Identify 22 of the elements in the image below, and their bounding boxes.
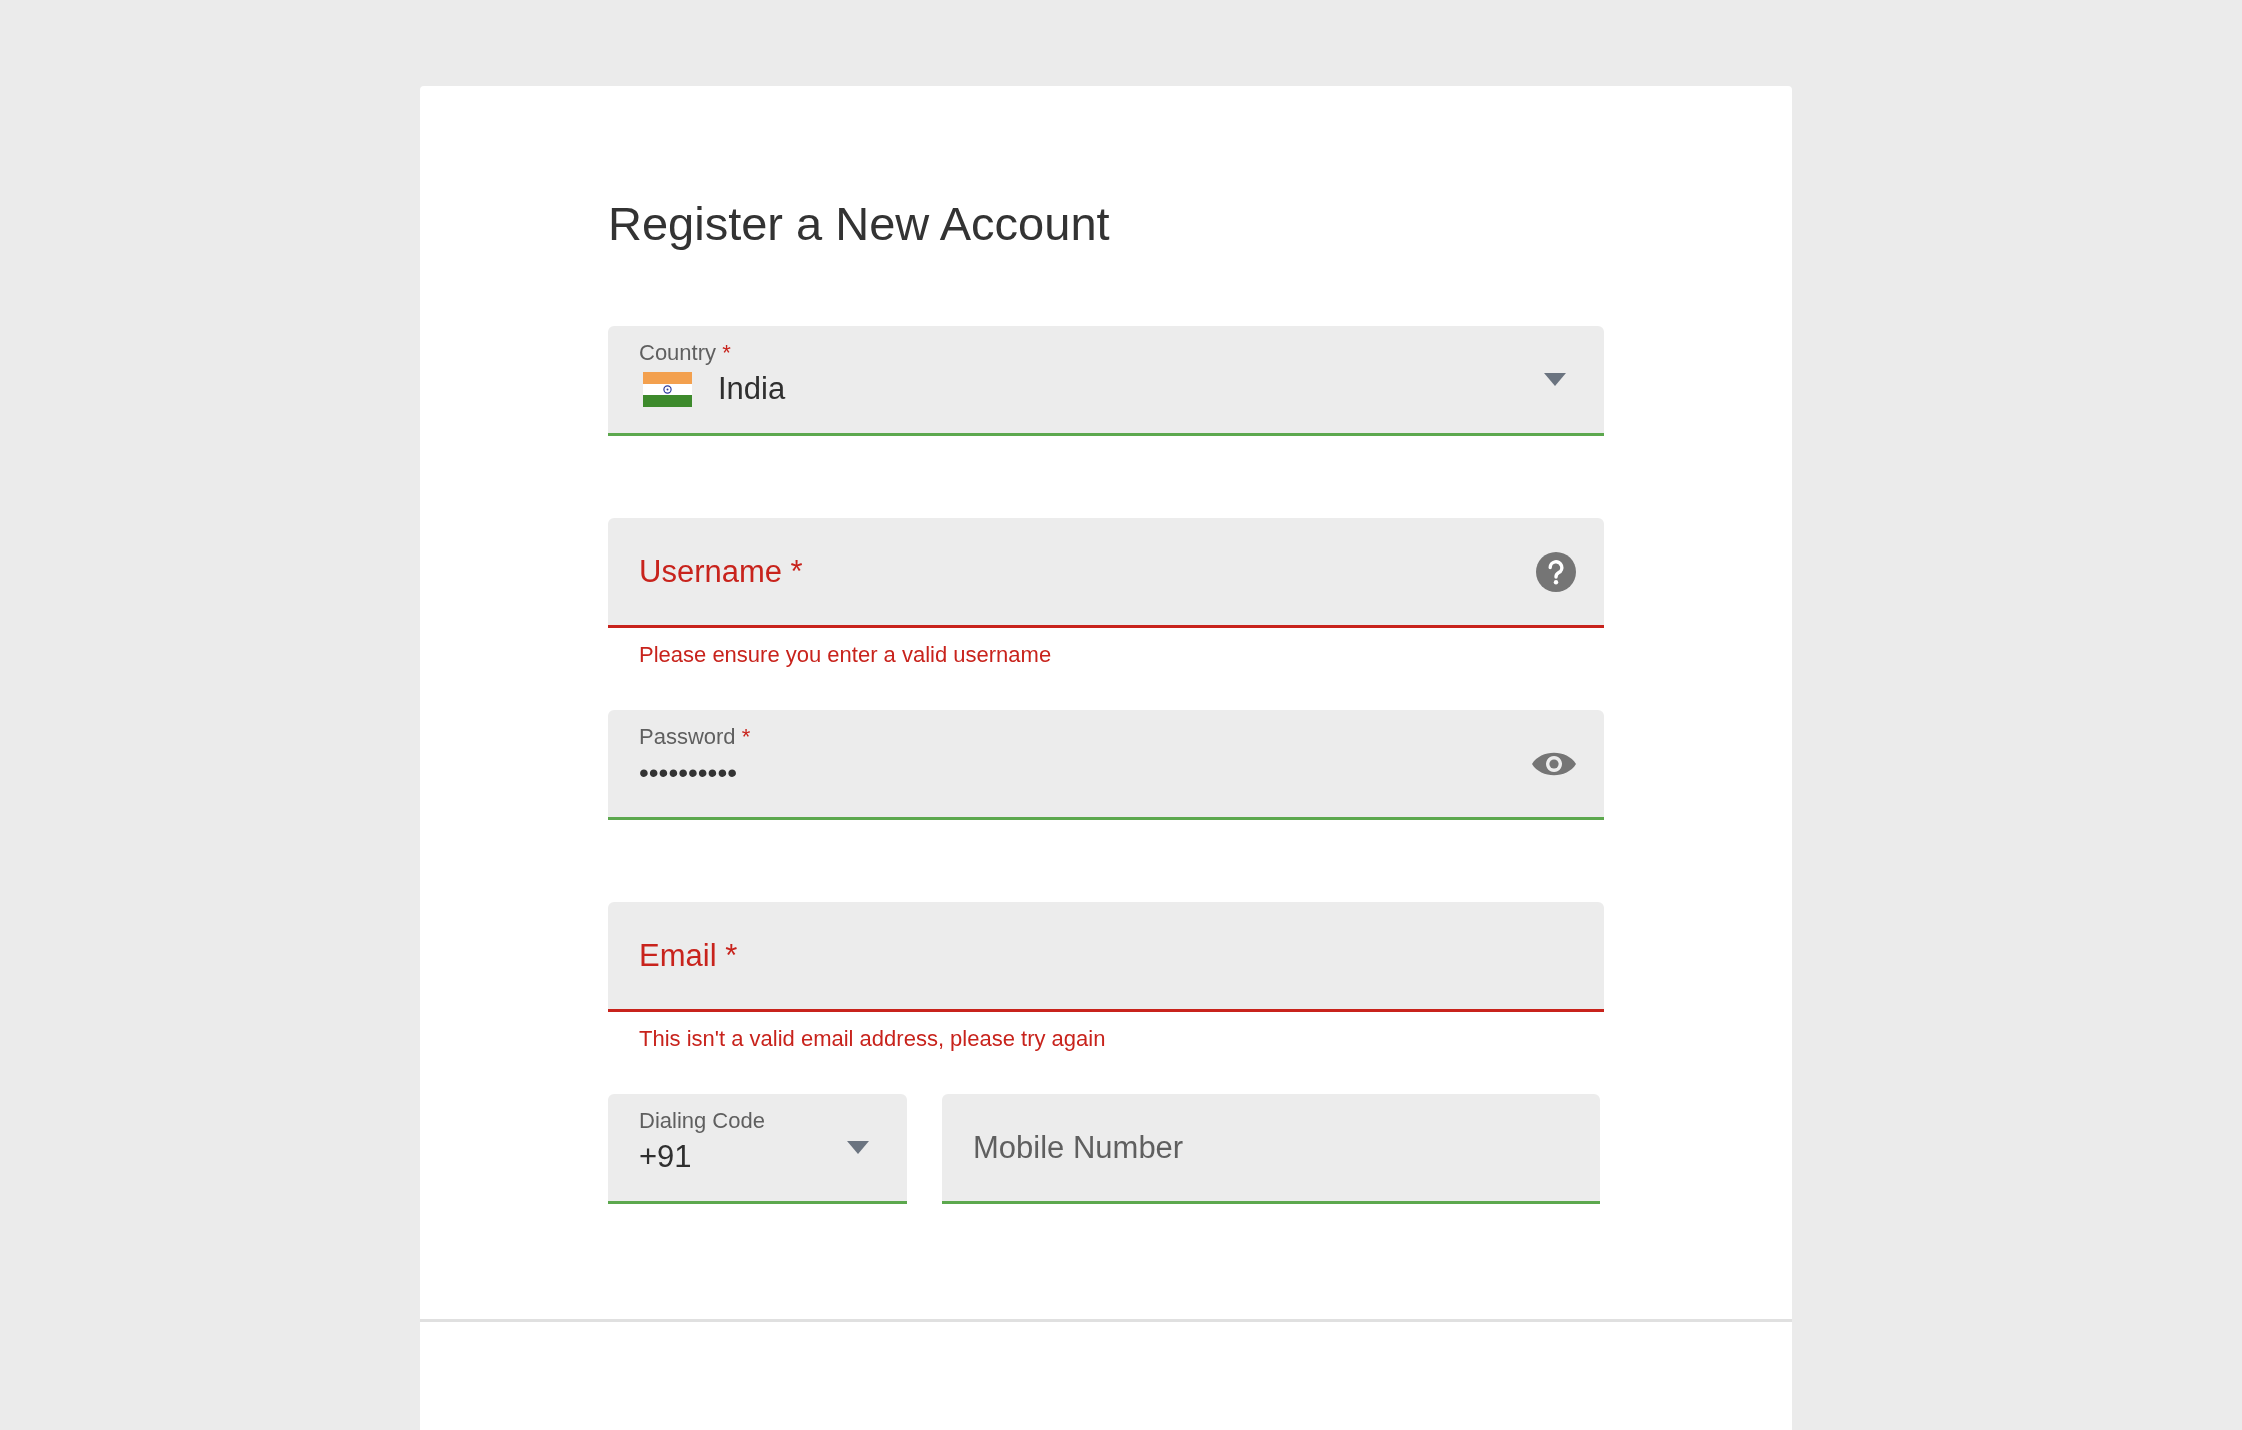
field-label: Country * [639, 340, 731, 366]
dropdown-field[interactable]: Country * India [608, 326, 1604, 436]
caret-icon[interactable] [847, 1141, 869, 1154]
text-field[interactable]: Mobile Number [942, 1094, 1600, 1204]
field-label: Password * [639, 724, 751, 750]
help-icon[interactable] [1536, 551, 1576, 592]
page-title: Register a New Account [608, 196, 1110, 252]
field-label: Username * [639, 552, 803, 591]
field-value: •••••••••• [639, 756, 738, 790]
password-field[interactable]: Password * •••••••••• [608, 710, 1604, 820]
field-label: Dialing Code [639, 1108, 765, 1134]
field-value: +91 [639, 1139, 692, 1175]
text-field[interactable]: Username * [608, 518, 1604, 628]
field-value: India [718, 371, 786, 407]
dropdown-field[interactable]: Dialing Code +91 [608, 1094, 907, 1204]
field-label: Email * [639, 936, 738, 975]
field-label: Mobile Number [973, 1128, 1184, 1167]
text-field[interactable]: Email * [608, 902, 1604, 1012]
error-message: Please ensure you enter a valid username [638, 642, 1052, 668]
caret-icon[interactable] [1544, 373, 1566, 386]
error-message: This isn't a valid email address, please try again [638, 1026, 1106, 1052]
flag-icon [643, 371, 692, 407]
